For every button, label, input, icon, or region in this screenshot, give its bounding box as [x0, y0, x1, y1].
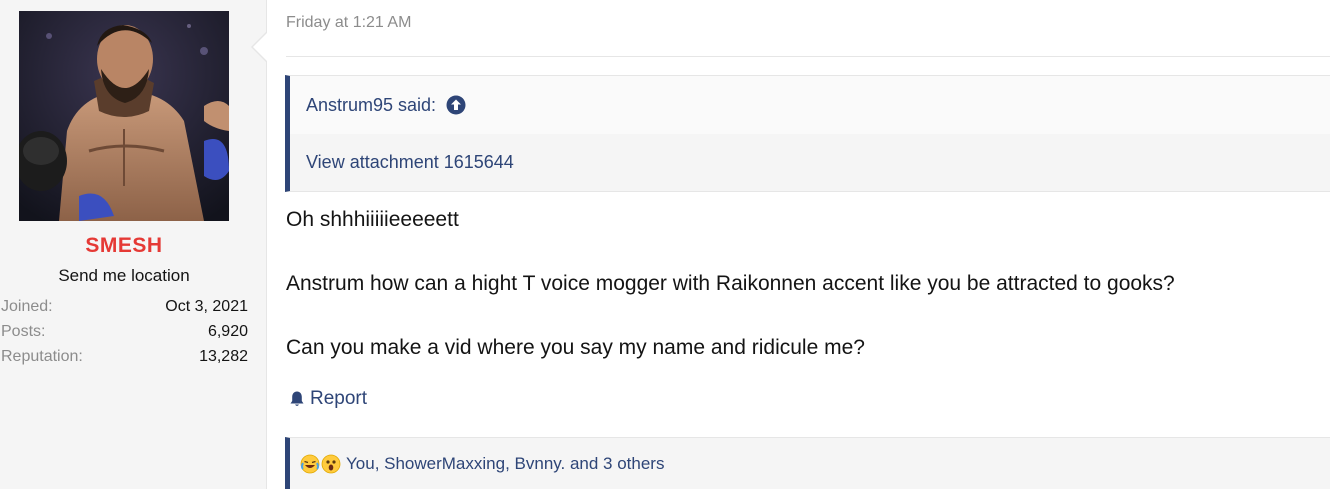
- message-paragraph: Oh shhhiiiiieeeeett: [286, 208, 459, 231]
- user-title: Send me location: [58, 266, 190, 285]
- divider: [286, 56, 1330, 57]
- reaction-icons: [300, 454, 342, 474]
- user-stats: Joined: Oct 3, 2021 Posts: 6,920 Reputat…: [1, 294, 248, 369]
- attachment-link[interactable]: View attachment 1615644: [306, 152, 514, 173]
- message-paragraph: Anstrum how can a hight T voice mogger w…: [286, 272, 1175, 295]
- shocked-emoji-icon: [321, 454, 341, 474]
- quote-header[interactable]: Anstrum95 said:: [290, 76, 1330, 134]
- crying-laughing-emoji-icon: [300, 454, 320, 474]
- stat-value: 13,282: [199, 348, 248, 365]
- stat-value: Oct 3, 2021: [165, 298, 248, 315]
- stat-posts: Posts: 6,920: [1, 319, 248, 344]
- post-content: Friday at 1:21 AM Anstrum95 said: View a…: [268, 0, 1330, 489]
- username[interactable]: SMESH: [0, 234, 248, 258]
- message-paragraph: Can you make a vid where you say my name…: [286, 336, 865, 359]
- stat-label: Reputation:: [1, 348, 83, 365]
- bell-icon: [288, 390, 306, 408]
- report-label: Report: [310, 388, 368, 409]
- user-sidebar: SMESH Send me location Joined: Oct 3, 20…: [0, 0, 267, 489]
- avatar[interactable]: [19, 11, 229, 221]
- stat-label: Joined:: [1, 298, 53, 315]
- stat-value: 6,920: [207, 323, 248, 340]
- stat-reputation: Reputation: 13,282: [1, 344, 248, 369]
- report-button[interactable]: Report: [288, 388, 367, 410]
- stat-label: Posts:: [1, 323, 46, 340]
- arrow-circle-up-icon[interactable]: [446, 95, 466, 115]
- reactions-bar[interactable]: You, ShowerMaxxing, Bvnny. and 3 others: [285, 437, 1330, 489]
- stat-joined: Joined: Oct 3, 2021: [1, 294, 248, 319]
- quote-body: View attachment 1615644: [290, 134, 1330, 191]
- post-date[interactable]: Friday at 1:21 AM: [286, 14, 411, 32]
- message-body: Oh shhhiiiiieeeeett Anstrum how can a hi…: [286, 207, 1330, 399]
- reactions-list[interactable]: You, ShowerMaxxing, Bvnny. and 3 others: [346, 454, 664, 474]
- avatar-image: [19, 11, 229, 221]
- quote-author[interactable]: Anstrum95 said:: [306, 95, 436, 116]
- quote-block: Anstrum95 said: View attachment 1615644: [285, 75, 1330, 192]
- post-pointer-arrow: [251, 31, 268, 63]
